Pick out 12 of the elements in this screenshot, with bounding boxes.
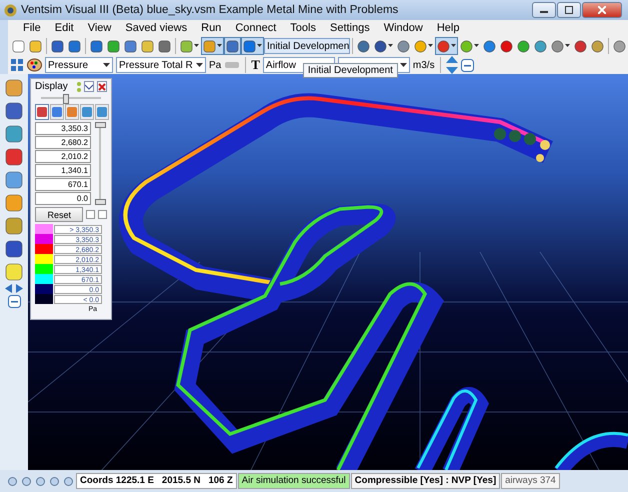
unit-label: Pa [209,60,222,70]
coordinate-text: 2015.5 N [162,474,200,488]
mode-status: Compressible [Yes] : NVP [Yes] [350,473,500,489]
simulation-status: Air simulation successful [238,473,350,489]
coordinate-text: 106 Z [208,474,233,488]
coordinate-text: Coords 1225.1 E [80,474,154,488]
tooltip: Initial Development [302,63,398,78]
airways-count: airways 374 [501,473,560,489]
window-title: Ventsim Visual III (Beta) blue_sky.vsm Example Metal Mine with Problems [21,4,398,16]
panel-title: Display [35,81,68,92]
text-label: T [251,57,260,73]
unit-label: m3/s [412,60,435,70]
